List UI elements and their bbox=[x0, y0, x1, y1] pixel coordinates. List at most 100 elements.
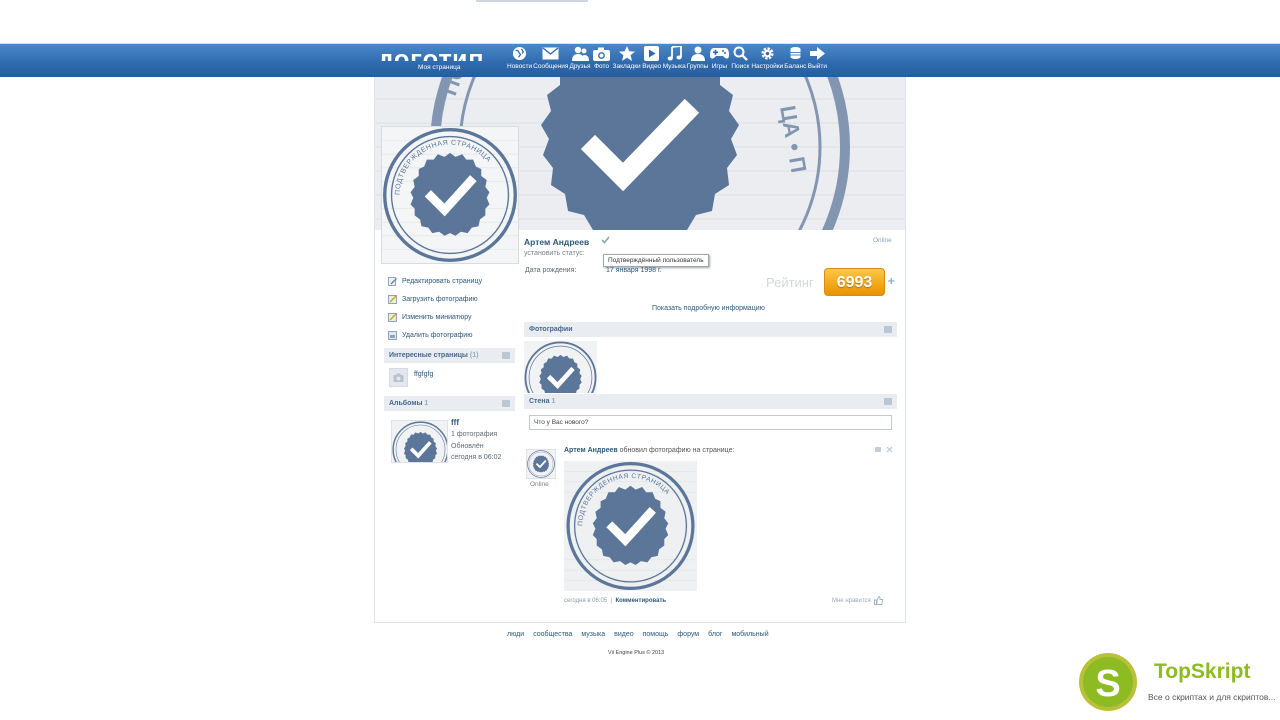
footer-link-communities[interactable]: сообщества bbox=[533, 631, 572, 638]
globe-icon bbox=[510, 45, 530, 62]
arrow-right-icon bbox=[807, 45, 827, 62]
footer-link-music[interactable]: музыка bbox=[581, 631, 605, 638]
camera-small-icon bbox=[502, 400, 510, 407]
main-nav: Новости Сообщения Друзья Фото Закладки В… bbox=[507, 45, 828, 75]
like-label: Мне нравится bbox=[832, 597, 871, 604]
album-updated-label: Обновлён bbox=[451, 443, 484, 450]
show-details-link[interactable]: Показать подробную информацию bbox=[652, 305, 765, 312]
interesting-page-item[interactable]: ffgfgfg bbox=[389, 368, 519, 390]
comment-bubble-icon[interactable] bbox=[875, 447, 881, 452]
nav-balance[interactable]: Баланс bbox=[784, 45, 806, 75]
delete-post-icon[interactable] bbox=[886, 447, 893, 453]
gamepad-icon bbox=[709, 45, 729, 62]
menu-change-thumbnail[interactable]: Изменить миниатюру bbox=[388, 308, 482, 326]
footer-link-help[interactable]: помощь bbox=[643, 631, 669, 638]
photo-thumbnail[interactable] bbox=[524, 341, 597, 393]
nav-messages[interactable]: Сообщения bbox=[533, 45, 568, 75]
albums-header[interactable]: Альбомы 1 bbox=[384, 396, 515, 411]
post-footer: сегодня в 06:05 | Комментировать bbox=[564, 598, 666, 604]
camera-small-icon bbox=[884, 326, 892, 333]
post-header: Артем Андреев обновил фотографию на стра… bbox=[564, 447, 734, 454]
nav-music-label: Музыка bbox=[662, 63, 686, 70]
nav-video[interactable]: Видео bbox=[642, 45, 662, 75]
photos-title: Фотографии bbox=[529, 326, 573, 333]
wall-count: 1 bbox=[551, 398, 556, 405]
nav-search[interactable]: Поиск bbox=[730, 45, 750, 75]
rating-label: Рейтинг bbox=[766, 275, 814, 290]
verified-check-icon[interactable] bbox=[601, 236, 610, 244]
menu-upload-photo-label: Загрузить фотографию bbox=[402, 295, 478, 303]
post-author-name[interactable]: Артем Андреев bbox=[564, 447, 618, 454]
music-note-icon bbox=[664, 45, 684, 62]
page-thumbnail bbox=[389, 368, 408, 387]
nav-games[interactable]: Игры bbox=[709, 45, 729, 75]
birthday-value[interactable]: 17 января 1998 г. bbox=[606, 267, 662, 274]
my-page-link[interactable]: Моя страница bbox=[418, 64, 460, 71]
footer-link-blog[interactable]: блог bbox=[708, 631, 722, 638]
svg-text:S: S bbox=[1095, 663, 1120, 705]
profile-page: ЦА • П ПО ПОДТВЕРЖДЕННАЯ СТРАНИЦА Артем … bbox=[374, 77, 906, 623]
nav-photos[interactable]: Фото bbox=[592, 45, 612, 75]
menu-delete-photo[interactable]: Удалить фотографию bbox=[388, 326, 482, 344]
nav-balance-label: Баланс bbox=[784, 63, 807, 70]
verified-tooltip: Подтверждённый пользователь bbox=[603, 254, 709, 267]
wall-header[interactable]: Стена 1 bbox=[524, 394, 897, 409]
menu-upload-photo[interactable]: Загрузить фотографию bbox=[388, 290, 482, 308]
photos-header[interactable]: Фотографии bbox=[524, 322, 897, 337]
camera-placeholder-icon bbox=[393, 373, 404, 382]
footer-link-people[interactable]: люди bbox=[507, 631, 524, 638]
online-status: Online bbox=[873, 237, 892, 244]
topskript-subtitle: Все о скриптах и для скриптов... bbox=[1148, 692, 1276, 702]
profile-avatar[interactable]: ПОДТВЕРЖДЕННАЯ СТРАНИЦА bbox=[381, 126, 519, 264]
site-logo[interactable]: ЛОГОТИП bbox=[378, 51, 503, 61]
albums-title: Альбомы bbox=[389, 400, 423, 407]
browser-top-strip bbox=[0, 0, 1280, 44]
post-time: сегодня в 06:05 bbox=[564, 598, 608, 604]
wall-title: Стена bbox=[529, 398, 550, 405]
post-footer-separator: | bbox=[610, 598, 613, 604]
menu-edit-page[interactable]: Редактировать страницу bbox=[388, 272, 482, 290]
play-icon bbox=[642, 45, 662, 62]
gear-icon bbox=[757, 45, 777, 62]
nav-news[interactable]: Новости bbox=[507, 45, 532, 75]
nav-settings-label: Настройки bbox=[751, 63, 784, 70]
post-actions bbox=[875, 447, 893, 453]
comment-link[interactable]: Комментировать bbox=[615, 598, 666, 604]
profile-name[interactable]: Артем Андреев bbox=[524, 237, 589, 247]
album-cover[interactable] bbox=[391, 420, 448, 463]
nav-logout[interactable]: Выйти bbox=[807, 45, 827, 75]
post-author-avatar[interactable] bbox=[526, 449, 556, 479]
footer-link-forum[interactable]: форум bbox=[677, 631, 699, 638]
post-author-online: Online bbox=[530, 481, 549, 488]
nav-bookmarks[interactable]: Закладки bbox=[613, 45, 641, 75]
search-icon bbox=[730, 45, 750, 62]
rating-plus-button[interactable]: + bbox=[887, 277, 897, 287]
nav-messages-label: Сообщения bbox=[533, 63, 569, 70]
like-button[interactable]: Мне нравится bbox=[832, 596, 883, 605]
nav-news-label: Новости bbox=[507, 63, 533, 70]
interesting-pages-count: (1) bbox=[469, 352, 479, 359]
nav-groups[interactable]: Группы bbox=[687, 45, 708, 75]
footer-link-video[interactable]: видео bbox=[614, 631, 634, 638]
star-icon bbox=[617, 45, 637, 62]
set-status-link[interactable]: установить статус: bbox=[524, 250, 585, 257]
album-name[interactable]: fff bbox=[451, 418, 459, 427]
birthday-label: Дата рождения: bbox=[525, 267, 577, 274]
post-photo[interactable]: ПОДТВЕРЖДЕННАЯ СТРАНИЦА bbox=[564, 461, 697, 591]
footer-link-mobile[interactable]: мобильный bbox=[731, 631, 768, 638]
svg-text:ЦА • П: ЦА • П bbox=[775, 104, 811, 175]
nav-settings[interactable]: Настройки bbox=[751, 45, 783, 75]
nav-friends[interactable]: Друзья bbox=[569, 45, 591, 75]
thumbnail-icon bbox=[388, 312, 397, 322]
nav-bookmarks-label: Закладки bbox=[612, 63, 641, 70]
nav-music[interactable]: Музыка bbox=[663, 45, 686, 75]
album-updated-time: сегодня в 06:02 bbox=[451, 454, 502, 461]
envelope-icon bbox=[541, 45, 561, 62]
friends-icon bbox=[570, 45, 590, 62]
topskript-logo: S bbox=[1079, 653, 1137, 711]
nav-friends-label: Друзья bbox=[569, 63, 591, 70]
interesting-pages-header[interactable]: Интересные страницы (1) bbox=[384, 348, 515, 363]
interesting-pages-title: Интересные страницы bbox=[389, 352, 468, 359]
rating-badge: 6993 bbox=[824, 268, 885, 296]
wall-post-input[interactable]: Что у Вас нового? bbox=[529, 415, 892, 430]
